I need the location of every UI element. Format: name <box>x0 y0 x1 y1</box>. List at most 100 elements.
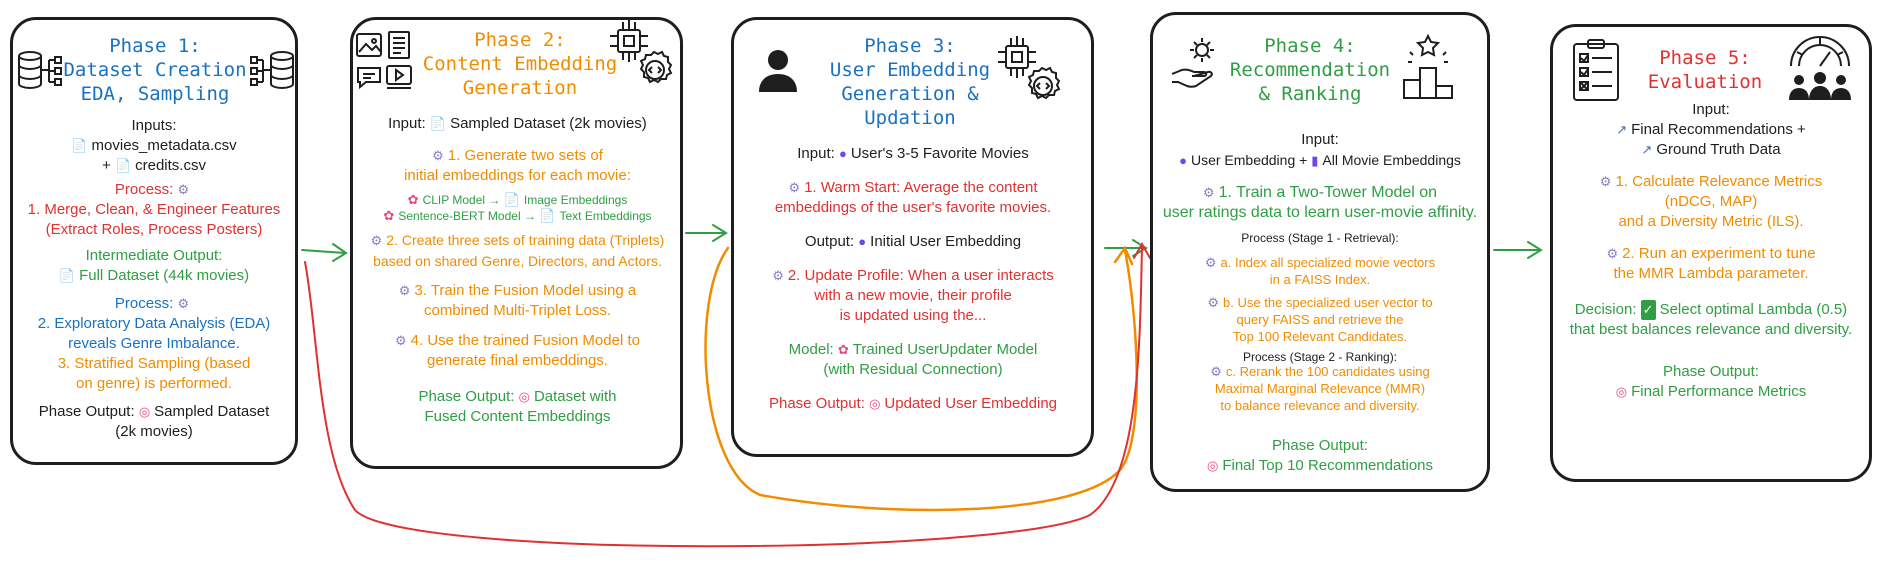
phase2-title: Phase 2: <box>474 29 566 51</box>
phase1-output-value: Sampled Dataset <box>154 403 270 420</box>
phase1-process-text: 1. Merge, Clean, & Engineer Features <box>27 201 281 218</box>
gear-icon: ⚙ <box>1599 174 1612 189</box>
gauge-icon <box>1789 36 1851 100</box>
gear-icon: ⚙ <box>432 148 444 163</box>
phase3-model-value2: (with Residual Connection) <box>823 361 1003 378</box>
group-icon <box>1789 72 1851 100</box>
phase3-update-line3: is updated using the... <box>839 307 987 324</box>
phase3-model-label: Model: <box>788 341 834 358</box>
phase1-process-text2: (Extract Roles, Process Posters) <box>45 221 263 238</box>
user-icon: ● <box>1179 153 1187 168</box>
phase4-b-line2: query FAISS and retrieve the <box>1236 312 1404 327</box>
gear-icon: ⚙ <box>1210 364 1222 379</box>
phase1-strat-line2: on genre) is performed. <box>76 375 232 392</box>
phase5-title-line2: Evaluation <box>1647 71 1763 93</box>
target-icon: ◎ <box>138 404 151 419</box>
phase3-model-value: Trained UserUpdater Model <box>852 341 1038 358</box>
phase3-title-line4: Updation <box>864 107 956 129</box>
phase2-input-value: Sampled Dataset (2k movies) <box>450 115 647 132</box>
phase4-a-line2: in a FAISS Index. <box>1269 272 1371 287</box>
gear-icon: ⚙ <box>1606 246 1619 261</box>
phase1-inputs-label: Inputs: <box>131 117 177 134</box>
phase5-metric-line2: (nDCG, MAP) <box>1664 193 1758 210</box>
target-icon: ◎ <box>1615 384 1628 399</box>
phase2-title-line2: Content Embedding <box>422 53 618 75</box>
movie-icon: ▮ <box>1311 153 1319 168</box>
phase3-update-line2: with a new movie, their profile <box>814 287 1012 304</box>
phase3-warm-line2: embeddings of the user's favorite movies… <box>774 199 1052 216</box>
chart-icon: ↗ <box>1641 142 1653 157</box>
phase1-eda-line1: 2. Exploratory Data Analysis (EDA) <box>37 315 271 332</box>
phase1-process-label: Process: <box>114 181 174 198</box>
phase3-title-line3: Generation & <box>841 83 979 105</box>
brain-icon: ✿ <box>407 192 419 207</box>
phase2-output-label: Phase Output: <box>418 388 515 405</box>
phase2-step1-line1: 1. Generate two sets of <box>447 147 603 164</box>
phase5-decision-line1: Select optimal Lambda (0.5) <box>1659 301 1848 318</box>
phase2-output-value: Dataset with <box>533 388 617 405</box>
chart-icon: ↗ <box>1616 122 1628 137</box>
phase5-exp-line2: the MMR Lambda parameter. <box>1613 265 1809 282</box>
phase1-strat-line1: 3. Stratified Sampling (based <box>57 355 251 372</box>
gear-icon: ⚙ <box>1202 185 1215 200</box>
checklist-icon <box>1573 39 1619 101</box>
gear-icon: ⚙ <box>370 233 383 248</box>
image-icon <box>356 33 382 57</box>
plus-sign: + <box>1299 152 1308 168</box>
brain-icon: ✿ <box>837 342 849 357</box>
phase4-stage2-label: Process (Stage 2 - Ranking): <box>1242 350 1398 364</box>
clip-output-label: Image Embeddings <box>523 193 628 207</box>
phase5-exp-line1: 2. Run an experiment to tune <box>1622 245 1816 262</box>
podium-icon <box>1403 33 1453 99</box>
gear-icon: ⚙ <box>177 182 190 197</box>
clip-model-label: CLIP Model <box>422 193 486 207</box>
phase5-metric-line1: 1. Calculate Relevance Metrics <box>1615 173 1823 190</box>
phase3-input-label: Input: <box>797 145 835 162</box>
phase4-stage1-label: Process (Stage 1 - Retrieval): <box>1241 231 1399 245</box>
phase3-phase-output-value: Updated User Embedding <box>884 395 1058 412</box>
target-icon: ◎ <box>869 396 881 411</box>
phase4-train-line2: user ratings data to learn user-movie af… <box>1162 204 1478 221</box>
phase5-output-label: Phase Output: <box>1663 363 1759 380</box>
phase1-intermediate-value: Full Dataset (44k movies) <box>79 267 250 284</box>
phase1-output-value2: (2k movies) <box>115 423 193 440</box>
gear-hand-icon <box>1171 38 1214 88</box>
phase5-metric-line3: and a Diversity Metric (ILS). <box>1618 213 1804 230</box>
phase4-c-line3: to balance relevance and diversity. <box>1220 398 1420 413</box>
arrowhead-1 <box>332 243 348 262</box>
arrowhead-4 <box>1527 241 1543 259</box>
phase3-output-label: Output: <box>804 233 855 250</box>
gear-icon: ⚙ <box>772 268 784 283</box>
phase2-title-line3: Generation <box>462 77 578 99</box>
phase5-input-label: Input: <box>1692 101 1730 118</box>
phase5-title: Phase 5: <box>1659 47 1751 69</box>
phase1-intermediate-label: Intermediate Output: <box>85 247 223 264</box>
gear-icon: ⚙ <box>1204 255 1217 270</box>
phase3-input-value: User's 3-5 Favorite Movies <box>850 145 1029 162</box>
phase4-output-value: Final Top 10 Recommendations <box>1222 457 1434 474</box>
phase5-output-value: Final Performance Metrics <box>1631 383 1807 400</box>
phase2-step4-line1: 4. Use the trained Fusion Model to <box>410 332 640 349</box>
target-icon: ◎ <box>1206 458 1219 473</box>
phase2-step2-line2: based on shared Genre, Directors, and Ac… <box>373 253 662 269</box>
phase4-train-line1: 1. Train a Two-Tower Model on <box>1218 184 1438 201</box>
phase1-eda-line2: reveals Genre Imbalance. <box>68 335 240 352</box>
phase4-title: Phase 4: <box>1264 35 1356 57</box>
phase3-phase-output-label: Phase Output: <box>768 395 865 412</box>
phase4-title-line2: Recommendation <box>1229 59 1391 81</box>
phase2-step4-line2: generate final embeddings. <box>427 352 608 369</box>
arrowhead-orange <box>1113 245 1134 266</box>
phase4-c-line2: Maximal Marginal Relevance (MMR) <box>1214 381 1426 396</box>
file-icon: 📄 <box>114 158 132 173</box>
phase3-title: Phase 3: <box>864 35 956 57</box>
user-icon <box>759 50 797 92</box>
phase4-input-value2: All Movie Embeddings <box>1322 152 1461 168</box>
file-icon: 📄 <box>503 192 520 207</box>
phase5-decision-label: Decision: <box>1574 301 1637 318</box>
sbert-output-label: Text Embeddings <box>559 209 652 223</box>
phase3-title-line2: User Embedding <box>829 59 991 81</box>
phase1-title-line2: Dataset Creation <box>63 59 247 81</box>
phase2-step3-line1: 3. Train the Fusion Model using a <box>414 282 637 299</box>
phase1-output-label: Phase Output: <box>38 403 135 420</box>
phase4-b-line3: Top 100 Relevant Candidates. <box>1232 329 1408 344</box>
